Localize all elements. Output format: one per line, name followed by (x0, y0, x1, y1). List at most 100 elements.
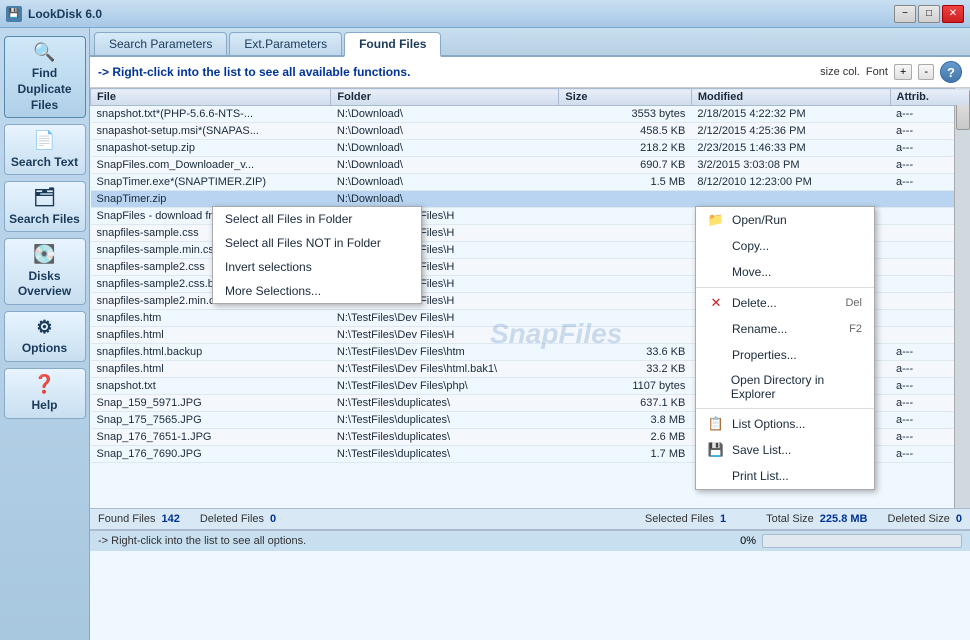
cell-file: snapfiles.html (91, 327, 331, 344)
context-menu-left[interactable]: Select all Files in Folder Select all Fi… (212, 206, 422, 304)
cell-size (559, 191, 691, 208)
tab-search-parameters[interactable]: Search Parameters (94, 32, 227, 55)
sidebar-item-search-text[interactable]: 📄 Search Text (4, 124, 86, 175)
find-duplicate-icon: 🔍 (33, 41, 55, 64)
content-area: Search Parameters Ext.Parameters Found F… (90, 28, 970, 640)
font-plus-button[interactable]: + (894, 64, 912, 80)
header-size[interactable]: Size (559, 89, 691, 106)
table-row[interactable]: snapshot.txt*(PHP-5.6.6-NTS-... N:\Downl… (91, 106, 970, 123)
cell-modified (691, 191, 890, 208)
found-files-value: 142 (161, 513, 179, 525)
cm-separator-2 (696, 408, 874, 409)
vertical-scrollbar[interactable] (954, 88, 970, 508)
table-row[interactable]: SnapTimer.zip N:\Download\ (91, 191, 970, 208)
cell-folder: N:\Download\ (331, 157, 559, 174)
header-folder[interactable]: Folder (331, 89, 559, 106)
header-modified[interactable]: Modified (691, 89, 890, 106)
progress-label: 0% (740, 535, 756, 547)
deleted-files-status: Deleted Files 0 (200, 513, 276, 525)
cell-file: snapashot-setup.msi*(SNAPAS... (91, 123, 331, 140)
selected-files-status: Selected Files 1 (645, 513, 726, 525)
print-list-icon (708, 468, 724, 484)
cell-size: 637.1 KB (559, 395, 691, 412)
cell-size: 3553 bytes (559, 106, 691, 123)
maximize-button[interactable]: □ (918, 5, 940, 23)
cell-size: 2.6 MB (559, 429, 691, 446)
header-file[interactable]: File (91, 89, 331, 106)
cell-size (559, 276, 691, 293)
font-minus-button[interactable]: - (918, 64, 934, 80)
sidebar-label-search-files: Search Files (9, 212, 80, 228)
cm-select-not-in-folder[interactable]: Select all Files NOT in Folder (213, 231, 421, 255)
deleted-size-label: Deleted Size (888, 513, 950, 525)
help-button[interactable]: ? (940, 61, 962, 83)
header-attrib[interactable]: Attrib. (890, 89, 969, 106)
deleted-size-status: Deleted Size 0 (888, 513, 963, 525)
cell-folder: N:\Download\ (331, 123, 559, 140)
cell-folder: N:\TestFiles\Dev Files\htm (331, 344, 559, 361)
cell-file: snapfiles.html.backup (91, 344, 331, 361)
table-row[interactable]: snapashot-setup.zip N:\Download\ 218.2 K… (91, 140, 970, 157)
status-bar: Found Files 142 Deleted Files 0 Selected… (90, 508, 970, 529)
cell-file: SnapTimer.zip (91, 191, 331, 208)
selected-files-label: Selected Files (645, 513, 714, 525)
cell-size (559, 310, 691, 327)
cm-delete[interactable]: ✕ Delete... Del (696, 290, 874, 316)
cm-properties[interactable]: Properties... (696, 342, 874, 368)
tab-ext-parameters[interactable]: Ext.Parameters (229, 32, 342, 55)
toolbar-row: -> Right-click into the list to see all … (90, 57, 970, 88)
search-files-icon: 🗂 (33, 186, 56, 209)
cm-move[interactable]: Move... (696, 259, 874, 285)
cell-size (559, 225, 691, 242)
cell-file: SnapFiles.com_Downloader_v... (91, 157, 331, 174)
options-icon: ⚙ (36, 316, 52, 339)
sidebar-item-search-files[interactable]: 🗂 Search Files (4, 181, 86, 232)
delete-shortcut: Del (845, 297, 862, 309)
cm-invert-selections[interactable]: Invert selections (213, 255, 421, 279)
cm-copy[interactable]: Copy... (696, 233, 874, 259)
cm-select-all-in-folder[interactable]: Select all Files in Folder (213, 207, 421, 231)
table-row[interactable]: SnapFiles.com_Downloader_v... N:\Downloa… (91, 157, 970, 174)
cell-size: 1.7 MB (559, 446, 691, 463)
found-files-status: Found Files 142 (98, 513, 180, 525)
list-options-icon: 📋 (708, 416, 724, 432)
sidebar-label-disks-overview: Disks Overview (9, 269, 81, 300)
properties-icon (708, 347, 724, 363)
delete-icon: ✕ (708, 295, 724, 311)
sidebar-item-options[interactable]: ⚙ Options (4, 311, 86, 362)
cell-size (559, 293, 691, 310)
cell-size (559, 327, 691, 344)
minimize-button[interactable]: − (894, 5, 916, 23)
sidebar-item-disks-overview[interactable]: 💽 Disks Overview (4, 238, 86, 305)
cell-modified: 2/23/2015 1:46:33 PM (691, 140, 890, 157)
cm-separator-1 (696, 287, 874, 288)
cm-rename[interactable]: Rename... F2 (696, 316, 874, 342)
cm-list-options[interactable]: 📋 List Options... (696, 411, 874, 437)
sidebar-item-help[interactable]: ❓ Help (4, 368, 86, 419)
cell-modified: 3/2/2015 3:03:08 PM (691, 157, 890, 174)
cell-folder: N:\Download\ (331, 174, 559, 191)
cm-print-list[interactable]: Print List... (696, 463, 874, 489)
tab-found-files[interactable]: Found Files (344, 32, 441, 57)
table-row[interactable]: SnapTimer.exe*(SNAPTIMER.ZIP) N:\Downloa… (91, 174, 970, 191)
info-text: -> Right-click into the list to see all … (98, 65, 814, 79)
copy-icon (708, 238, 724, 254)
disks-overview-icon: 💽 (33, 243, 55, 266)
context-menu-right[interactable]: 📁 Open/Run Copy... Move... ✕ Delete. (695, 206, 875, 490)
sidebar-item-find-duplicate[interactable]: 🔍 Find Duplicate Files (4, 36, 86, 118)
cell-file: snapashot-setup.zip (91, 140, 331, 157)
sidebar-label-find-duplicate: Find Duplicate Files (9, 66, 81, 113)
table-row[interactable]: snapashot-setup.msi*(SNAPAS... N:\Downlo… (91, 123, 970, 140)
close-button[interactable]: ✕ (942, 5, 964, 23)
sidebar-label-options: Options (22, 341, 67, 357)
cm-open-run[interactable]: 📁 Open/Run (696, 207, 874, 233)
cell-size: 3.8 MB (559, 412, 691, 429)
file-list-scroll[interactable]: File Folder Size Modified Attrib. snapsh… (90, 88, 970, 508)
cell-size (559, 259, 691, 276)
cm-save-list[interactable]: 💾 Save List... (696, 437, 874, 463)
cell-size (559, 208, 691, 225)
cm-more-selections[interactable]: More Selections... (213, 279, 421, 303)
cell-file: Snap_176_7651-1.JPG (91, 429, 331, 446)
tabs-row: Search Parameters Ext.Parameters Found F… (90, 28, 970, 57)
cm-open-directory[interactable]: Open Directory in Explorer (696, 368, 874, 406)
